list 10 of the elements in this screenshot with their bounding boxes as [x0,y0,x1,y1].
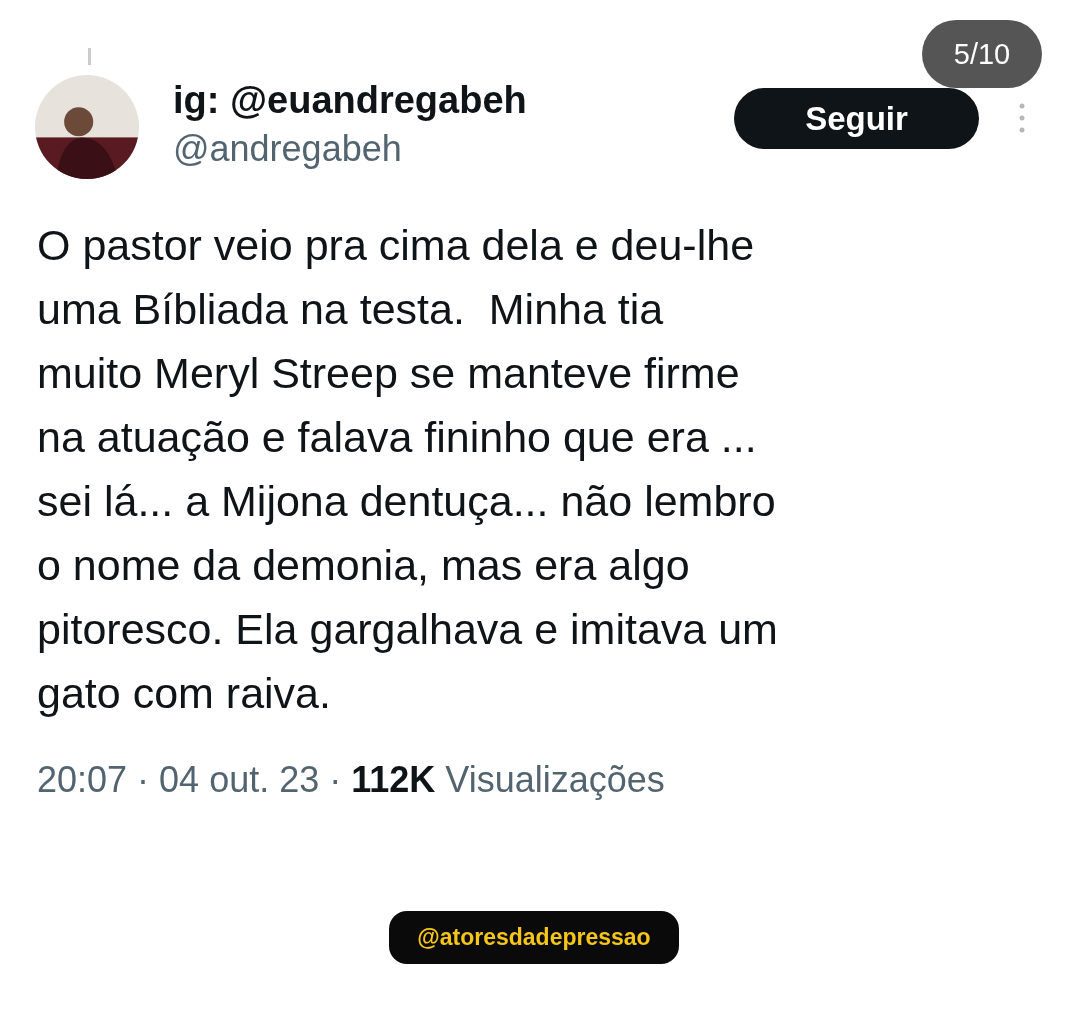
view-count: 112K [351,759,436,801]
image-counter: 5/10 [922,20,1042,88]
follow-button[interactable]: Seguir [734,88,979,149]
display-name: ig: @euandregabeh [173,78,527,123]
tweet-text: O pastor veio pra cima dela e deu-lhe uma Bíbliada na testa. Minha tia muito Meryl Streep se manteve firme na atuação e falava fininho que era ... sei lá... a Mijona dentuça... não lembro o nome da demonia, mas era algo pitoresco. Ela gargalhava e imitava um gato com raiva. [37,220,779,719]
user-handle: @andregabeh [173,127,403,171]
views-label: Visualizações [445,759,665,801]
timestamp: 20:07 · 04 out. 23 · [37,759,342,801]
credit-badge: @atoresdadepressao [389,911,679,964]
more-icon[interactable] [1019,103,1025,133]
